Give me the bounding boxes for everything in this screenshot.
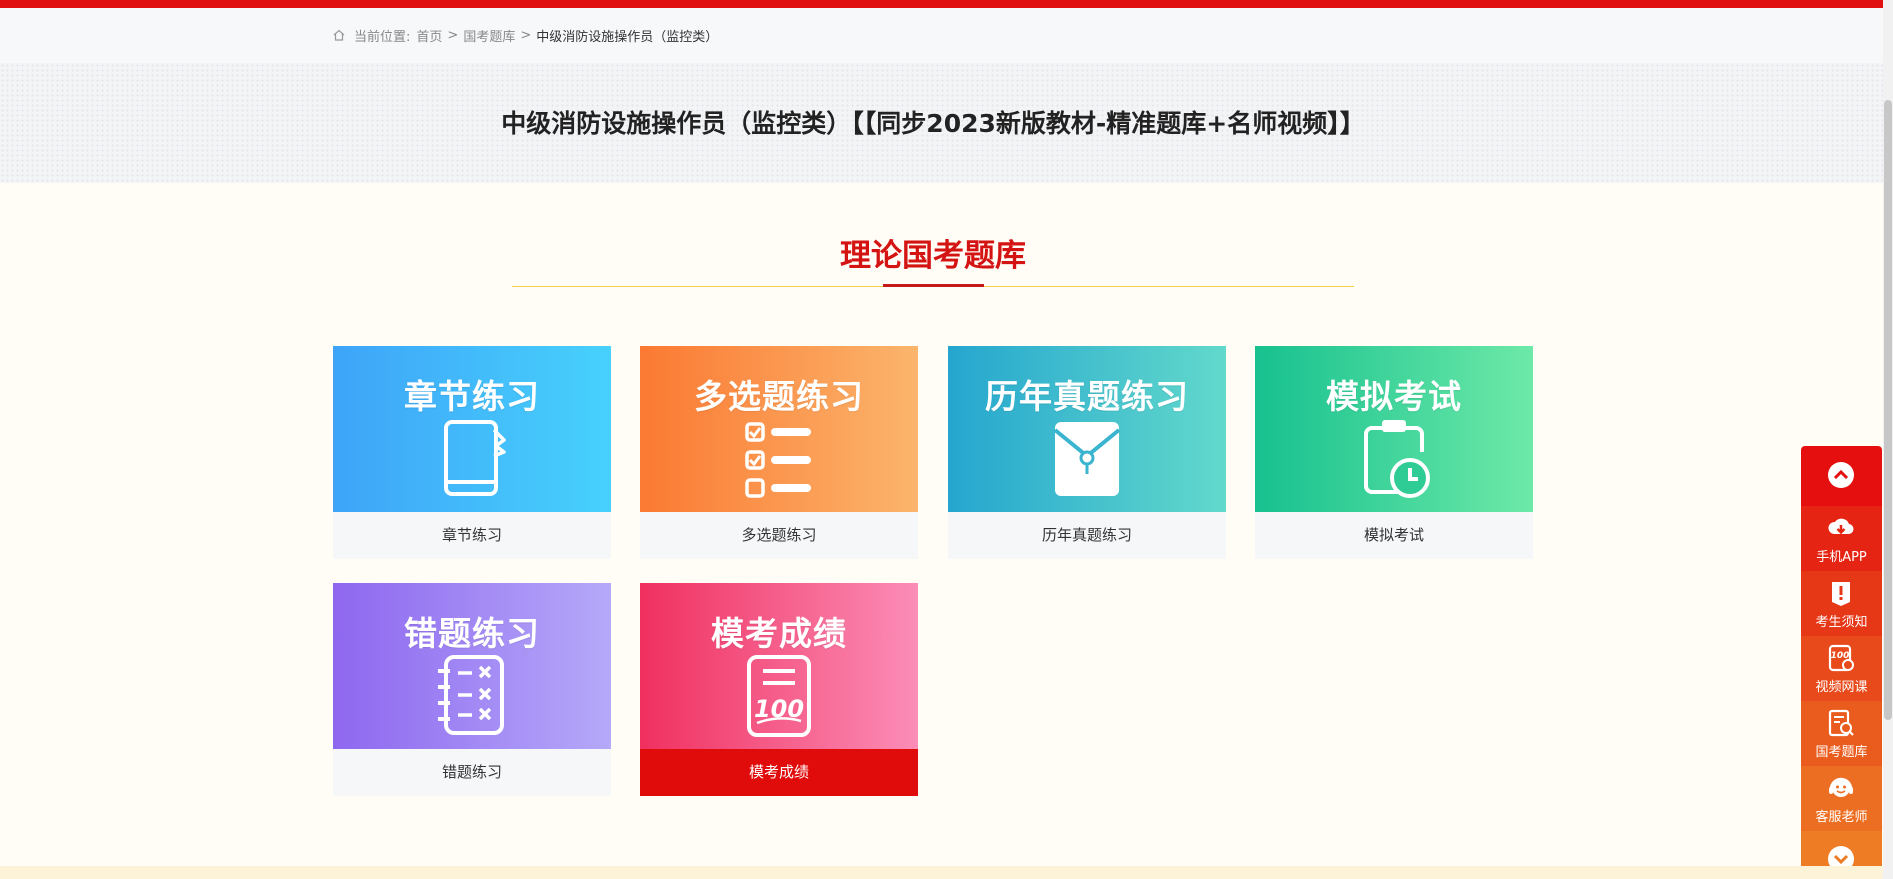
notice-icon — [1832, 582, 1850, 606]
footer-strip — [0, 866, 1883, 879]
card-past-exams-practice[interactable]: 历年真题练习 历年真题练习 — [948, 346, 1226, 559]
card-caption: 历年真题练习 — [948, 512, 1226, 559]
section-title: 理论国考题库 — [840, 238, 1026, 274]
breadcrumb-bank-link[interactable]: 国考题库 — [463, 26, 515, 45]
sidebar-item-label: 客服老师 — [1815, 810, 1868, 825]
card-banner: 历年真题练习 — [948, 346, 1226, 512]
floating-sidebar: 手机APP 考生须知 100 视频网课 国考题库 客服老师 — [1801, 446, 1882, 879]
sidebar-item-question-bank[interactable]: 国考题库 — [1801, 701, 1882, 766]
sidebar-item-label: 视频网课 — [1815, 680, 1868, 695]
cloud-download-icon — [1828, 518, 1854, 535]
card-banner-title: 章节练习 — [404, 377, 540, 416]
sidebar-item-label: 考生须知 — [1815, 615, 1868, 630]
clipboard-clock-icon — [1364, 420, 1430, 498]
sidebar-item-customer-service[interactable]: 客服老师 — [1801, 766, 1882, 831]
card-banner-title: 模考成绩 — [711, 614, 847, 653]
sidebar-item-video-course[interactable]: 100 视频网课 — [1801, 636, 1882, 701]
chevron-up-icon — [1828, 462, 1854, 488]
score-100-icon: 100 — [747, 655, 811, 737]
breadcrumb-prefix: 当前位置: — [354, 29, 411, 45]
card-caption: 模考成绩 — [640, 749, 918, 796]
book-icon — [444, 420, 506, 496]
card-caption: 章节练习 — [333, 512, 611, 559]
scrollbar-thumb[interactable] — [1884, 100, 1892, 720]
sidebar-item-mobile-app[interactable]: 手机APP — [1801, 506, 1882, 571]
breadcrumb-separator: > — [447, 27, 459, 43]
card-banner-title: 模拟考试 — [1326, 377, 1462, 416]
breadcrumb-home-link[interactable]: 首页 — [416, 26, 442, 45]
card-banner: 错题练习 — [333, 583, 611, 749]
scroll-top-button[interactable] — [1801, 446, 1882, 506]
card-caption: 多选题练习 — [640, 512, 918, 559]
card-multi-choice-practice[interactable]: 多选题练习 多选题练习 — [640, 346, 918, 559]
video-course-icon: 100 — [1828, 644, 1854, 672]
card-caption: 错题练习 — [333, 749, 611, 796]
checklist-icon — [745, 422, 811, 498]
file-pouch-icon — [1053, 422, 1121, 496]
breadcrumb-band — [0, 8, 1883, 63]
notebook-x-icon — [438, 655, 504, 735]
sidebar-item-label: 国考题库 — [1815, 745, 1868, 760]
card-banner-title: 历年真题练习 — [985, 377, 1189, 416]
card-banner: 模拟考试 — [1255, 346, 1533, 512]
card-banner: 模考成绩 100 — [640, 583, 918, 749]
breadcrumb: 当前位置: 首页 > 国考题库 > 中级消防设施操作员（监控类） — [332, 26, 719, 45]
card-banner: 章节练习 — [333, 346, 611, 512]
page-title: 中级消防设施操作员（监控类）【【同步2023新版教材-精准题库+名师视频】】 — [501, 109, 1365, 138]
top-accent-bar — [0, 0, 1883, 8]
breadcrumb-separator: > — [520, 27, 532, 43]
question-bank-icon — [1828, 709, 1854, 737]
card-caption: 模拟考试 — [1255, 512, 1533, 559]
card-chapter-practice[interactable]: 章节练习 章节练习 — [333, 346, 611, 559]
scrollbar[interactable] — [1883, 0, 1893, 879]
breadcrumb-current: 中级消防设施操作员（监控类） — [536, 29, 719, 45]
card-banner: 多选题练习 — [640, 346, 918, 512]
card-mock-exam[interactable]: 模拟考试 模拟考试 — [1255, 346, 1533, 559]
sidebar-item-candidate-notice[interactable]: 考生须知 — [1801, 571, 1882, 636]
home-icon — [333, 29, 345, 41]
section-divider-accent — [883, 284, 984, 287]
sidebar-item-label: 手机APP — [1816, 550, 1867, 565]
card-mock-scores[interactable]: 模考成绩 100 模考成绩 — [640, 583, 918, 796]
card-banner-title: 错题练习 — [404, 614, 540, 653]
headset-icon — [1829, 777, 1853, 797]
card-banner-title: 多选题练习 — [694, 377, 864, 416]
card-wrong-answers-practice[interactable]: 错题练习 错题练习 — [333, 583, 611, 796]
